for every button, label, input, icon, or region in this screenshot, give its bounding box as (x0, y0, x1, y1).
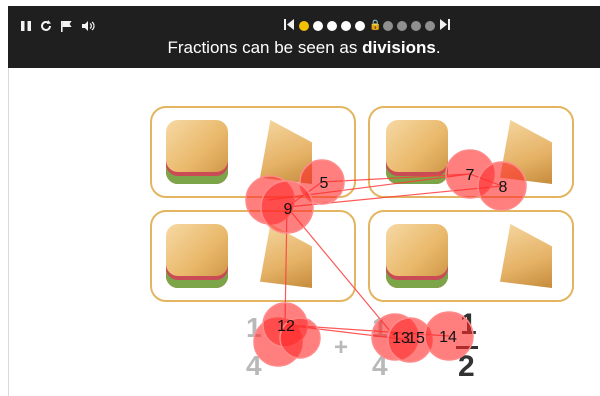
fixation-label: 9 (284, 201, 293, 218)
fixation-label: 7 (466, 167, 475, 184)
fixation-label: 15 (407, 330, 425, 347)
gaze-overlay: 5 7 8 9 12 13 15 14 (245, 149, 527, 367)
fixation-label: 8 (499, 179, 508, 196)
fixation-label: 14 (439, 329, 457, 346)
fixation-label: 5 (320, 175, 329, 192)
fixation-label: 12 (277, 318, 295, 335)
